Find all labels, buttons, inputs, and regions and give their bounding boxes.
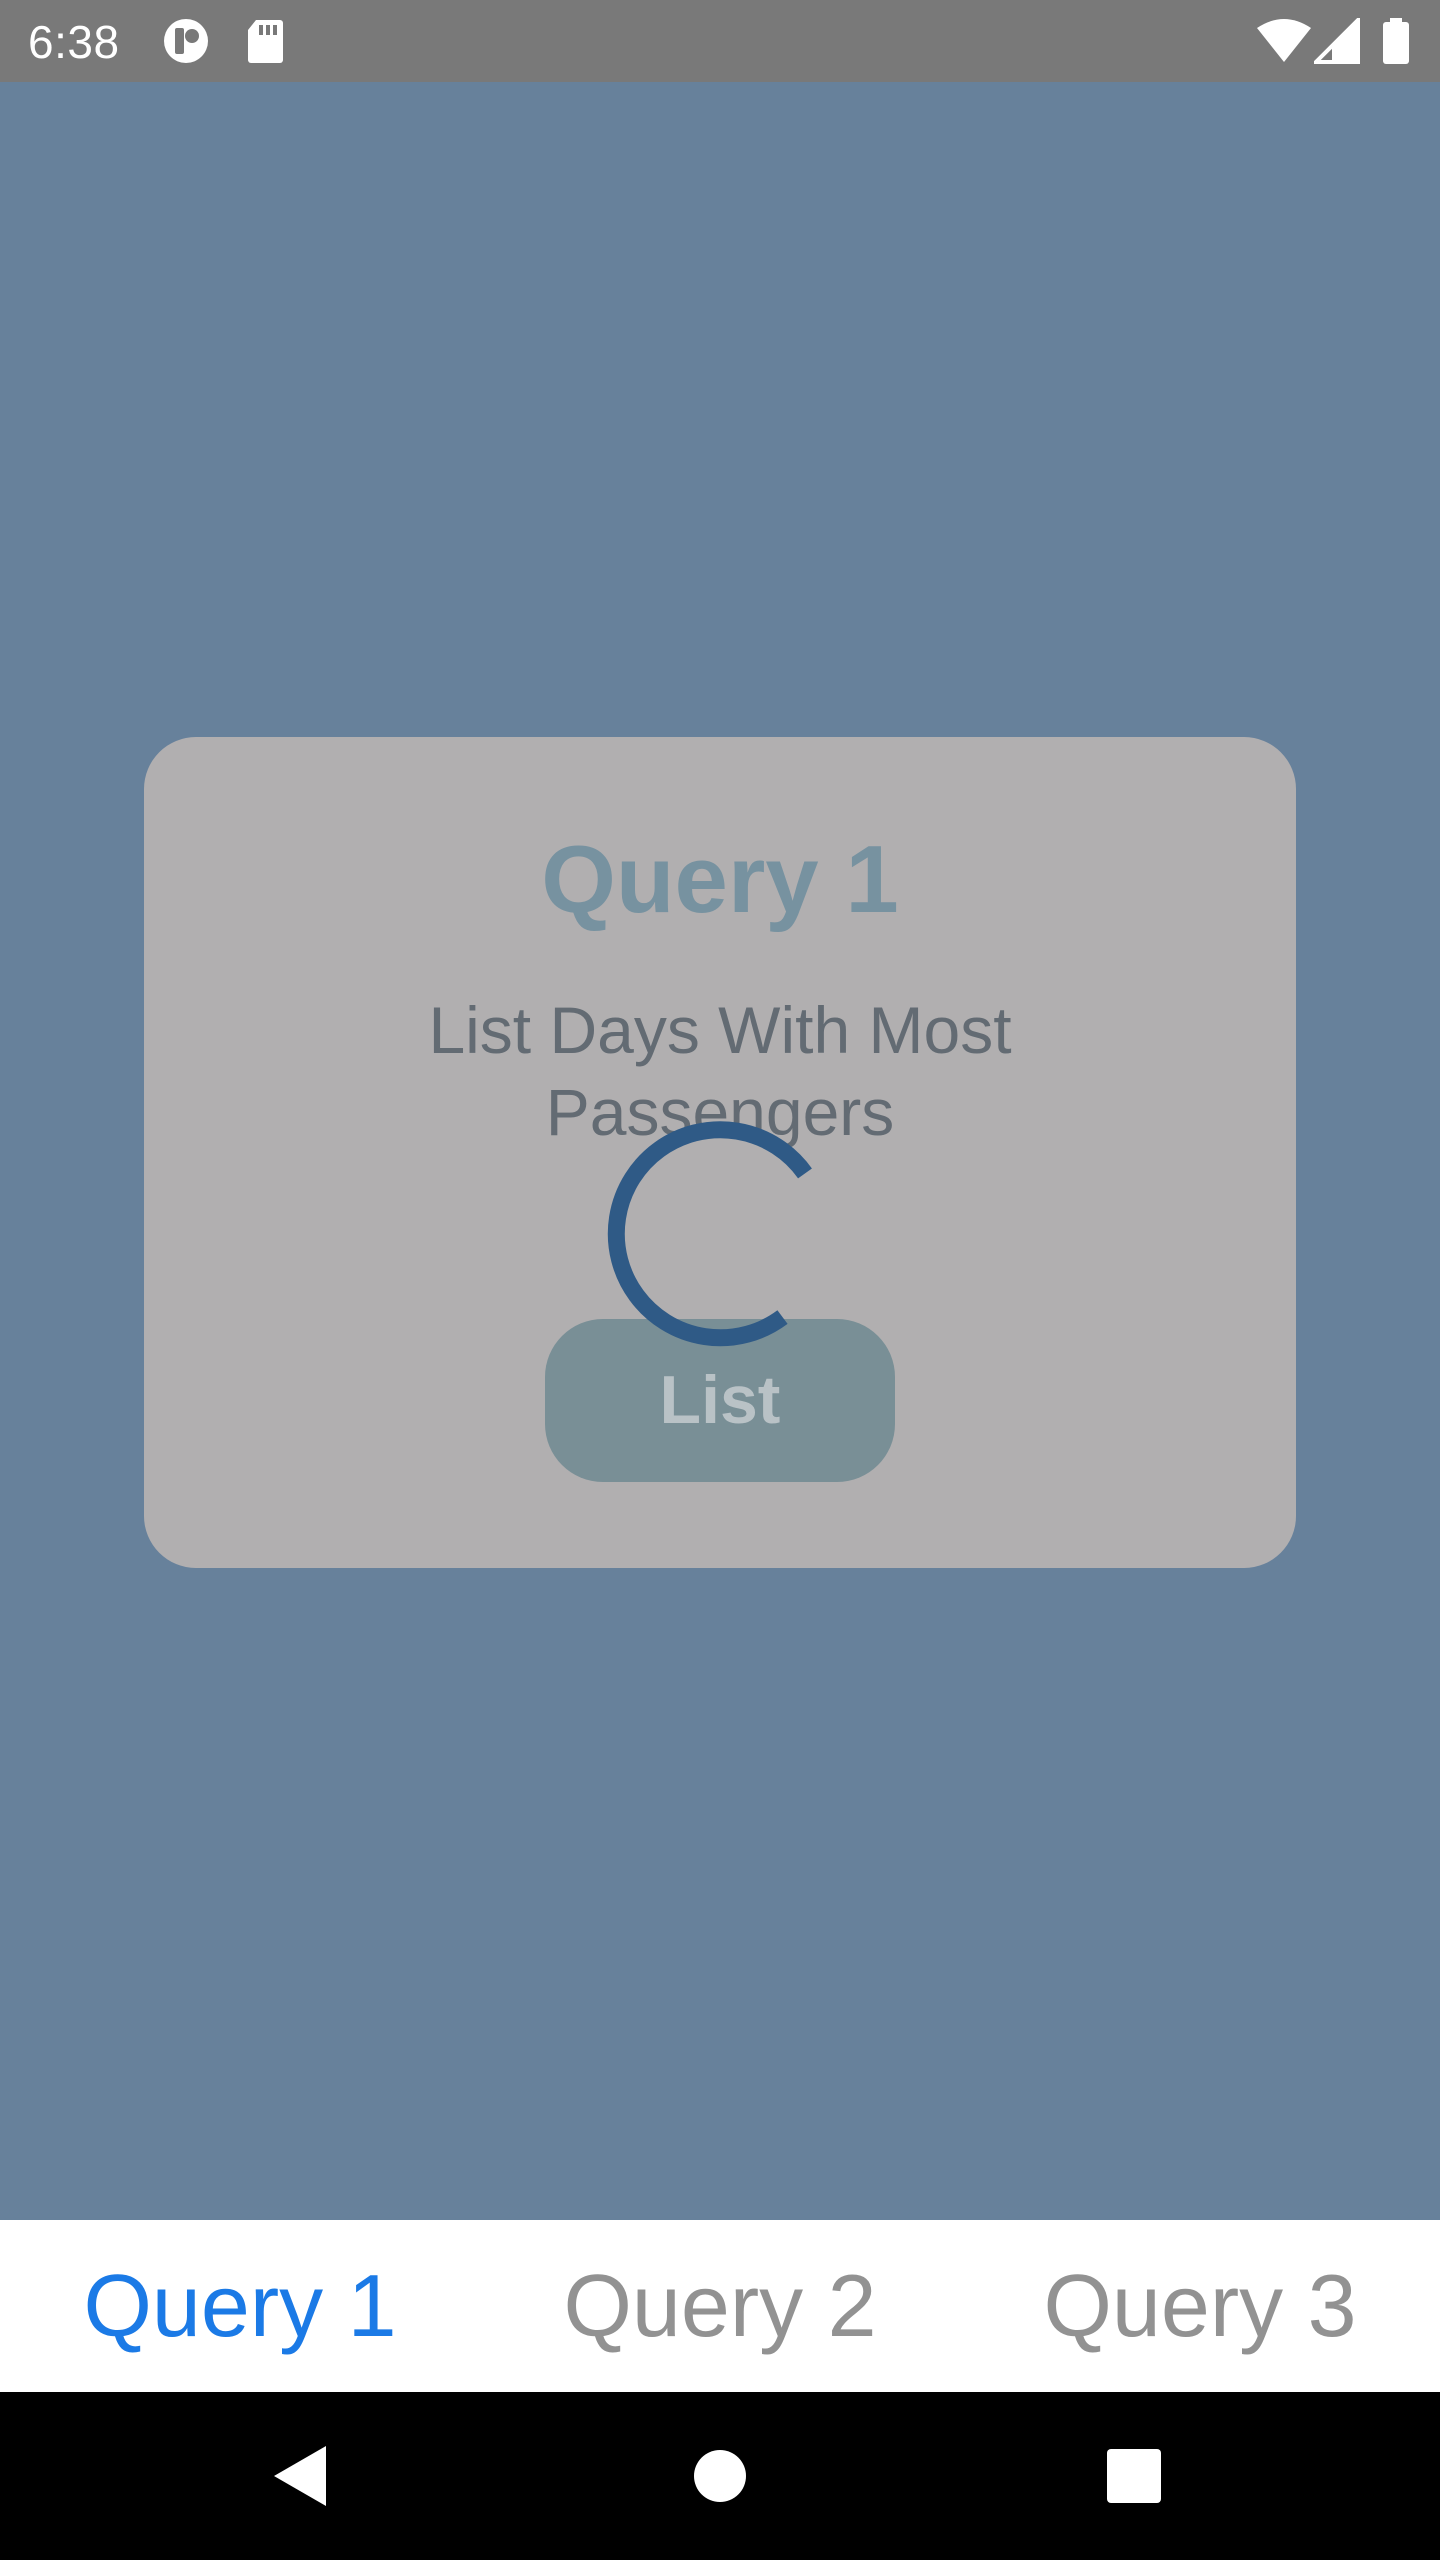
cellular-signal-icon xyxy=(1314,18,1360,64)
app-notification-icon xyxy=(162,18,214,64)
main-content: Query 1 List Days With Most Passengers L… xyxy=(0,82,1440,2220)
recents-icon[interactable] xyxy=(1094,2436,1174,2516)
battery-icon xyxy=(1382,18,1410,64)
system-nav-bar xyxy=(0,2392,1440,2560)
status-bar: 6:38 xyxy=(0,0,1440,82)
tab-query-1[interactable]: Query 1 xyxy=(0,2220,480,2392)
tab-query-3[interactable]: Query 3 xyxy=(960,2220,1440,2392)
back-icon[interactable] xyxy=(260,2436,340,2516)
card-title: Query 1 xyxy=(541,826,899,933)
home-icon[interactable] xyxy=(680,2436,760,2516)
spinner-icon xyxy=(600,1114,840,1354)
wifi-icon xyxy=(1256,18,1312,64)
tab-query-2[interactable]: Query 2 xyxy=(480,2220,960,2392)
sd-card-icon xyxy=(246,18,284,64)
status-time: 6:38 xyxy=(28,16,120,68)
tab-bar: Query 1 Query 2 Query 3 xyxy=(0,2220,1440,2392)
